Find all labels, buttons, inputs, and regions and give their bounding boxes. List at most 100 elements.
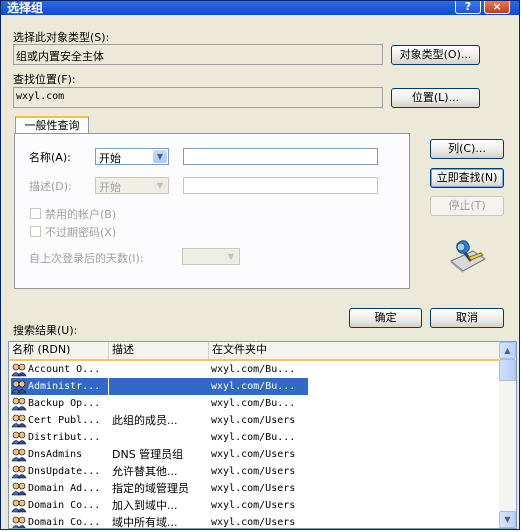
row-folder: wxyl.com/Users: [211, 449, 296, 460]
cancel-button[interactable]: 取消: [430, 308, 504, 328]
row-description: DNS 管理员组: [112, 448, 184, 461]
row-name-cell: Distribut...: [11, 429, 108, 446]
table-row[interactable]: DnsAdmins DNS 管理员组 wxyl.com/Users: [9, 446, 499, 463]
general-query-panel: 名称(A): 开始 ▼ 描述(D): 开始 ▼ 禁用的帐户(B) 不过期密码(X…: [14, 133, 410, 289]
group-icon: [11, 464, 27, 479]
row-name: Backup Op...: [28, 398, 101, 409]
group-icon: [11, 481, 27, 496]
description-mode-value: 开始: [99, 181, 121, 194]
row-description: [109, 361, 212, 378]
row-description: 指定的域管理员: [112, 482, 189, 495]
row-folder: wxyl.com/Bu...: [209, 378, 308, 395]
close-button[interactable]: ×: [484, 1, 510, 14]
days-since-logon-select[interactable]: ▼: [182, 248, 240, 265]
days-since-logon-label: 自上次登录后的天数(I):: [29, 252, 144, 265]
chevron-down-icon: ▼: [153, 150, 167, 163]
chevron-down-icon: ▼: [153, 179, 167, 192]
help-button[interactable]: ?: [455, 1, 481, 14]
description-mode-select[interactable]: 开始 ▼: [95, 177, 169, 194]
row-description: [109, 378, 212, 395]
row-folder: wxyl.com/Users: [211, 483, 296, 494]
row-name-cell: Account O...: [11, 361, 108, 378]
table-row[interactable]: Account O... wxyl.com/Bu...: [9, 361, 499, 378]
disabled-accounts-label: 禁用的帐户(B): [45, 208, 117, 221]
row-name-cell: Domain Co...: [11, 514, 108, 528]
row-name-cell: Domain Ad...: [11, 480, 108, 497]
row-description: 此组的成员...: [112, 414, 178, 427]
row-description: 允许替其他...: [112, 465, 178, 478]
scroll-down-icon[interactable]: ▼: [499, 511, 516, 528]
scroll-up-icon[interactable]: ▲: [499, 342, 516, 359]
group-icon: [11, 362, 27, 377]
row-name-cell: Cert Publ...: [11, 412, 108, 429]
disabled-accounts-checkbox[interactable]: [30, 208, 41, 219]
table-row[interactable]: DnsUpdate... 允许替其他... wxyl.com/Users: [9, 463, 499, 480]
description-input[interactable]: [183, 177, 378, 194]
columns-button[interactable]: 列(C)...: [430, 139, 504, 159]
select-group-dialog: 选择组 ? × 选择此对象类型(S): 组或内置安全主体 对象类型(O)... …: [0, 0, 520, 530]
search-results-label: 搜索结果(U):: [13, 324, 78, 337]
row-name: Account O...: [28, 364, 101, 375]
chevron-down-icon: ▼: [224, 250, 238, 263]
non-expiring-password-label: 不过期密码(X): [45, 226, 117, 239]
row-description: [109, 395, 212, 412]
object-types-value: 组或内置安全主体: [16, 50, 104, 63]
tab-general-query[interactable]: 一般性查询: [15, 116, 89, 134]
column-header-folder[interactable]: 在文件夹中: [209, 342, 499, 359]
name-mode-select[interactable]: 开始 ▼: [95, 148, 169, 165]
table-row[interactable]: Administr... wxyl.com/Bu...: [9, 378, 499, 395]
object-types-label: 选择此对象类型(S):: [13, 31, 110, 44]
group-icon: [11, 447, 27, 462]
row-name-cell: Domain Co...: [11, 497, 108, 514]
row-name-cell: DnsUpdate...: [11, 463, 108, 480]
name-mode-value: 开始: [99, 152, 121, 165]
row-folder: wxyl.com/Bu...: [211, 364, 296, 375]
group-icon: [11, 413, 27, 428]
row-folder: wxyl.com/Users: [211, 466, 296, 477]
vertical-scrollbar[interactable]: ▲ ▼: [499, 342, 516, 528]
non-expiring-password-checkbox[interactable]: [30, 226, 41, 237]
description-label: 描述(D):: [29, 180, 72, 193]
ok-button[interactable]: 确定: [349, 308, 422, 328]
stop-button[interactable]: 停止(T): [430, 196, 504, 216]
name-input[interactable]: [183, 148, 378, 165]
title-bar: 选择组 ? ×: [1, 1, 519, 15]
object-types-field: 组或内置安全主体: [13, 44, 383, 65]
row-description: 加入到域中...: [112, 499, 178, 512]
results-header: 名称 (RDN) 描述 在文件夹中: [9, 342, 499, 361]
column-header-description[interactable]: 描述: [109, 342, 209, 359]
dialog-title: 选择组: [7, 1, 44, 15]
table-row[interactable]: Domain Co... 域中所有域... wxyl.com/Users: [9, 514, 499, 529]
table-row[interactable]: Backup Op... wxyl.com/Bu...: [9, 395, 499, 412]
object-types-button[interactable]: 对象类型(O)...: [391, 45, 480, 65]
group-icon: [11, 396, 27, 411]
table-row[interactable]: Domain Ad... 指定的域管理员 wxyl.com/Users: [9, 480, 499, 497]
location-button[interactable]: 位置(L)...: [391, 88, 480, 108]
find-now-button[interactable]: 立即查找(N): [430, 168, 504, 188]
table-row[interactable]: Domain Co... 加入到域中... wxyl.com/Users: [9, 497, 499, 514]
row-folder: wxyl.com/Bu...: [211, 432, 296, 443]
row-folder: wxyl.com/Users: [211, 517, 296, 528]
group-icon: [11, 515, 27, 528]
row-name: Cert Publ...: [28, 415, 101, 426]
row-name-cell: Backup Op...: [11, 395, 108, 412]
scroll-thumb[interactable]: [499, 359, 516, 381]
search-directory-icon: [450, 240, 486, 273]
group-icon: [11, 498, 27, 513]
row-folder: wxyl.com/Bu...: [211, 398, 296, 409]
row-name: Domain Ad...: [28, 483, 101, 494]
name-label: 名称(A):: [29, 151, 71, 164]
row-description: [109, 429, 212, 446]
row-name: Domain Co...: [28, 517, 101, 528]
row-name: Administr...: [28, 381, 101, 392]
row-name: DnsUpdate...: [28, 466, 101, 477]
table-row[interactable]: Distribut... wxyl.com/Bu...: [9, 429, 499, 446]
group-icon: [11, 379, 27, 394]
table-row[interactable]: Cert Publ... 此组的成员... wxyl.com/Users: [9, 412, 499, 429]
group-icon: [11, 430, 27, 445]
row-description: 域中所有域...: [112, 516, 178, 529]
search-results-list[interactable]: 名称 (RDN) 描述 在文件夹中 Account O... wxyl.com/B…: [8, 341, 517, 529]
column-header-name[interactable]: 名称 (RDN): [9, 342, 109, 359]
row-name: Domain Co...: [28, 500, 101, 511]
row-folder: wxyl.com/Users: [211, 415, 296, 426]
